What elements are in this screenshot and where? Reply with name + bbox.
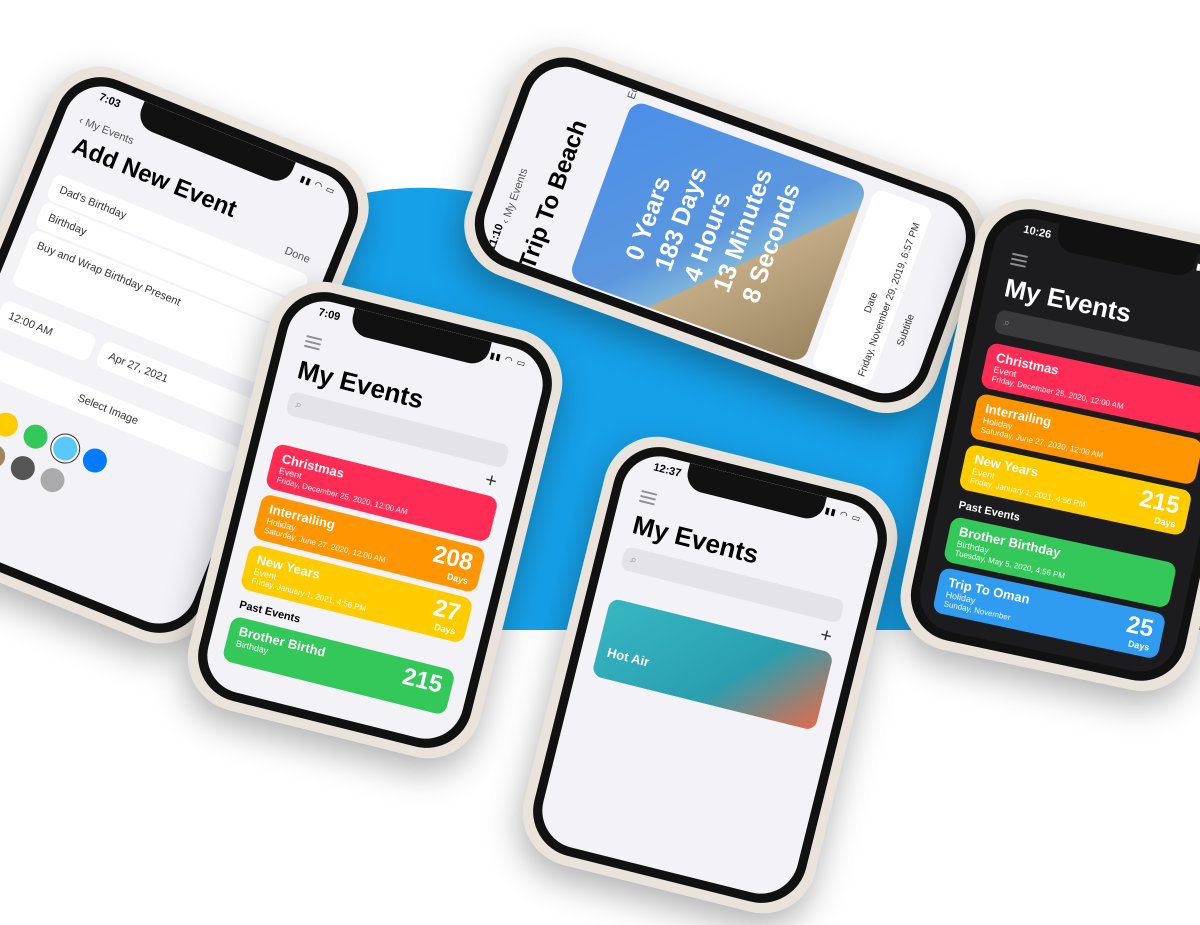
color-swatch[interactable] [19,420,52,453]
status-time: 7:03 [97,91,123,111]
subtitle-label: Subtitle [895,312,917,348]
notch [1054,223,1199,279]
color-swatch[interactable] [7,452,39,484]
status-time: 7:09 [317,306,342,324]
search-icon: ⌕ [629,553,639,567]
date-label: Date [862,291,881,315]
notch [348,307,493,368]
add-event-button[interactable]: + [817,624,835,649]
back-button[interactable]: ‹ My Events [499,167,530,226]
notch [683,462,828,523]
done-button[interactable]: Done [283,245,312,266]
add-event-button[interactable]: + [482,469,500,494]
status-time: 12:37 [652,461,683,480]
menu-icon[interactable] [303,334,323,351]
signal-wifi-battery-icon: ▮▮ ◠ ▭ [298,173,337,197]
color-swatch[interactable] [49,432,81,465]
search-icon: ⌕ [1002,316,1011,330]
event-title: Hot Air [605,644,651,670]
countdown-display: 0 Years 183 Days 4 Hours 13 Minutes 8 Se… [619,133,809,307]
signal-wifi-battery-icon: ▮▮ ◠ ▭ [488,350,528,369]
menu-icon[interactable] [638,489,658,506]
color-swatch[interactable] [36,464,69,496]
search-icon: ⌕ [294,398,304,412]
status-time: 11:10 [485,222,507,253]
back-label: My Events [501,166,531,220]
event-card-image[interactable]: Hot Air [591,597,834,731]
signal-wifi-battery-icon: ▮▮ ◠ ▭ [823,505,863,524]
color-swatch[interactable] [79,444,111,477]
color-swatch[interactable] [0,408,22,441]
signal-wifi-battery-icon: ▮▮ ◠ ▭ [1195,261,1200,279]
days-count: 215 [399,662,446,699]
status-time: 10:26 [1022,223,1053,242]
color-swatch[interactable] [0,440,9,472]
edit-button[interactable]: Edit [626,79,644,101]
menu-icon[interactable] [1009,252,1029,268]
